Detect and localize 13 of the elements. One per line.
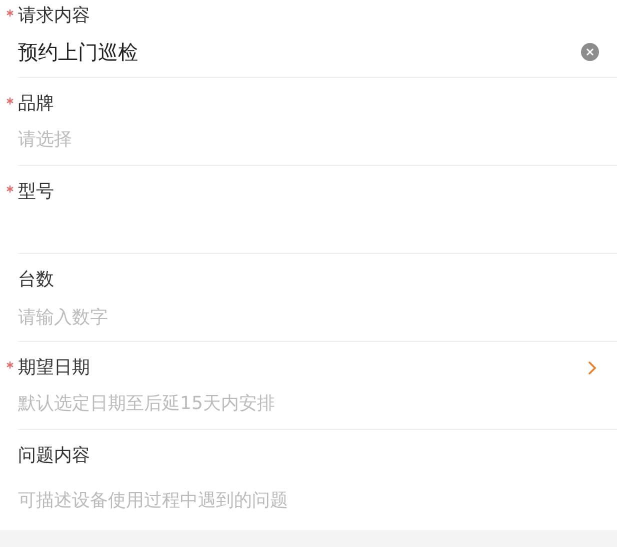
date-field[interactable]: 默认选定日期至后延15天内安排	[18, 388, 599, 420]
chevron-right-icon[interactable]	[587, 360, 597, 376]
field-label: 期望日期	[18, 356, 90, 380]
text-area[interactable]: 可描述设备使用过程中遇到的问题	[18, 486, 599, 516]
field-label: 请求内容	[18, 4, 90, 28]
number-field[interactable]: 请输入数字	[18, 300, 599, 332]
field-label: 问题内容	[18, 444, 90, 468]
select-field[interactable]: 请选择	[18, 124, 599, 156]
field-label: 品牌	[18, 92, 54, 116]
input-field[interactable]: 预约上门巡检	[18, 36, 581, 68]
clear-icon[interactable]	[581, 43, 599, 61]
field-label: 型号	[18, 180, 54, 204]
field-label: 台数	[18, 268, 54, 292]
